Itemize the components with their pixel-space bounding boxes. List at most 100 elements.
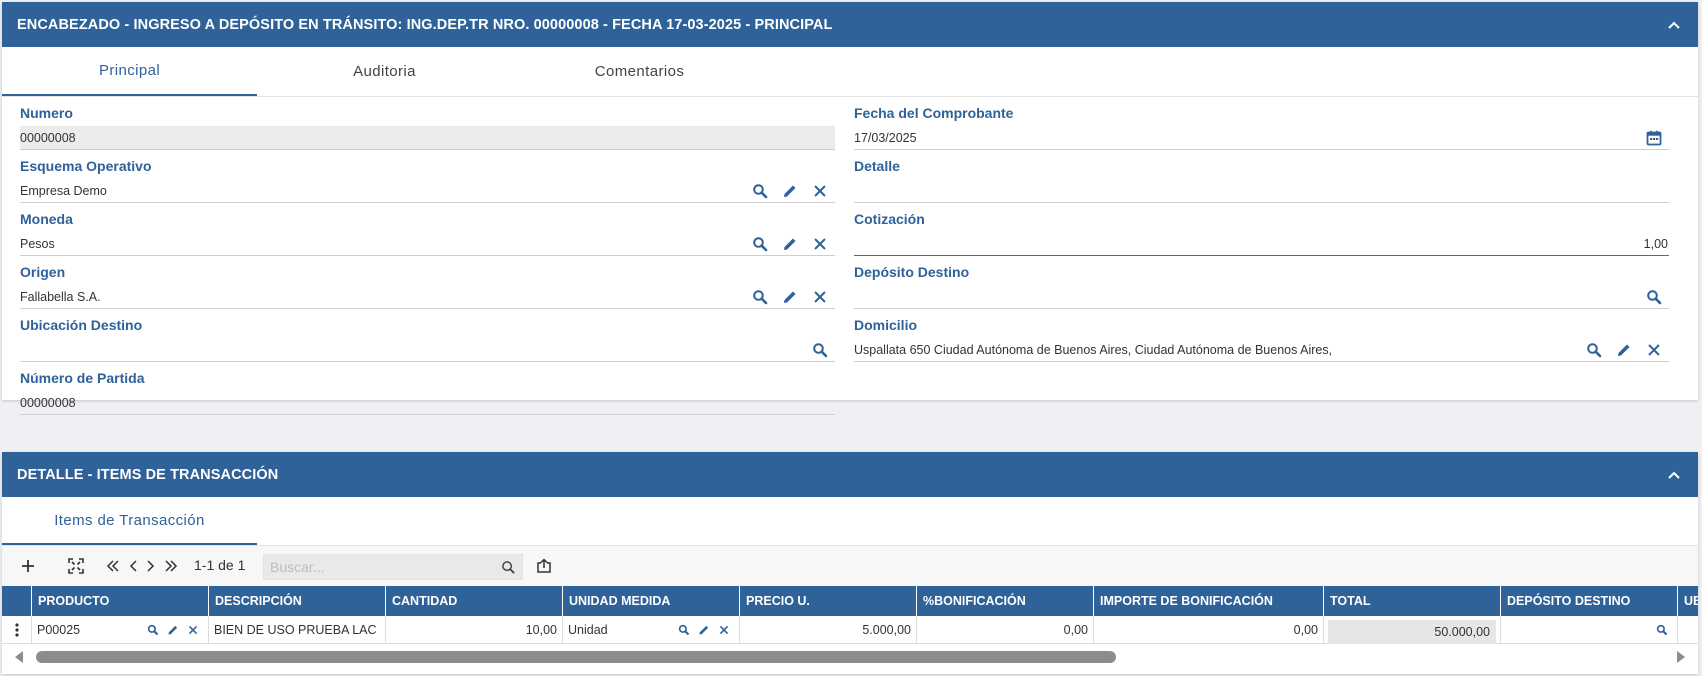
edit-icon[interactable] [163, 620, 183, 640]
detalle-label: Detalle [854, 158, 900, 174]
next-page-icon[interactable] [146, 554, 156, 578]
grid-search-input[interactable] [264, 555, 494, 579]
header-tabs: Principal Auditoria Comentarios [2, 47, 1698, 97]
search-icon[interactable] [674, 620, 694, 640]
esquema-label: Esquema Operativo [20, 158, 152, 174]
table-row[interactable]: P00025 BIEN DE USO PRUEBA LAC 10,00 Unid… [2, 616, 1698, 644]
cotizacion-input[interactable]: 1,00 [854, 232, 1669, 256]
numero-field: Numero 00000008 [20, 97, 835, 150]
scroll-left-icon[interactable] [12, 650, 26, 664]
grid-search [263, 554, 523, 580]
search-icon[interactable] [1652, 620, 1672, 640]
cell-importe-bonificacion-text: 0,00 [1293, 623, 1318, 637]
detail-panel-bar[interactable]: DETALLE - ITEMS DE TRANSACCIÓN [2, 452, 1698, 497]
cell-descripcion[interactable]: BIEN DE USO PRUEBA LAC [209, 616, 386, 644]
header-form: Numero 00000008 Esquema Operativo Empres… [2, 97, 1698, 437]
cotizacion-field: Cotización 1,00 [854, 203, 1669, 256]
fecha-input[interactable]: 17/03/2025 [854, 126, 1669, 150]
search-icon[interactable] [745, 233, 775, 255]
ubicacion-destino-label: Ubicación Destino [20, 317, 143, 333]
tab-auditoria[interactable]: Auditoria [257, 47, 512, 96]
cell-producto[interactable]: P00025 [32, 616, 209, 644]
expand-icon[interactable] [66, 554, 86, 578]
search-icon[interactable] [143, 620, 163, 640]
search-icon[interactable] [1639, 286, 1669, 308]
last-page-icon[interactable] [164, 554, 178, 578]
detalle-field: Detalle [854, 150, 1669, 203]
cell-bonificacion[interactable]: 0,00 [917, 616, 1094, 644]
col-header-total[interactable]: TOTAL [1324, 586, 1501, 616]
total-readonly-box: 50.000,00 [1328, 620, 1496, 644]
edit-icon[interactable] [1609, 339, 1639, 361]
tab-comentarios[interactable]: Comentarios [512, 47, 767, 96]
col-header-unidad-medida[interactable]: UNIDAD MEDIDA [563, 586, 740, 616]
grid-header-row: PRODUCTO DESCRIPCIÓN CANTIDAD UNIDAD MED… [2, 586, 1698, 616]
cell-total: 50.000,00 [1324, 616, 1501, 644]
ubicacion-destino-input[interactable] [20, 338, 835, 362]
search-icon[interactable] [494, 556, 522, 578]
detalle-input[interactable] [854, 179, 1669, 203]
domicilio-input[interactable]: Uspallata 650 Ciudad Autónoma de Buenos … [854, 338, 1669, 362]
numero-partida-text: 00000008 [20, 395, 76, 410]
moneda-input[interactable]: Pesos [20, 232, 835, 256]
col-header-cantidad[interactable]: CANTIDAD [386, 586, 563, 616]
domicilio-field: Domicilio Uspallata 650 Ciudad Autónoma … [854, 309, 1669, 362]
deposito-destino-label: Depósito Destino [854, 264, 970, 280]
numero-partida-input[interactable]: 00000008 [20, 391, 835, 415]
col-header-ubicacion[interactable]: UB [1678, 586, 1698, 616]
esquema-text: Empresa Demo [20, 183, 107, 198]
edit-icon[interactable] [775, 180, 805, 202]
calendar-icon[interactable] [1639, 127, 1669, 149]
col-header-producto[interactable]: PRODUCTO [32, 586, 209, 616]
cell-deposito-destino[interactable] [1501, 616, 1678, 644]
cell-descripcion-text: BIEN DE USO PRUEBA LAC [214, 623, 377, 637]
grid-toolbar: 1-1 de 1 [2, 546, 1698, 586]
prev-page-icon[interactable] [128, 554, 138, 578]
fecha-field: Fecha del Comprobante 17/03/2025 [854, 97, 1669, 150]
close-icon[interactable] [805, 233, 835, 255]
search-icon[interactable] [745, 286, 775, 308]
col-header-bonificacion[interactable]: %BONIFICACIÓN [917, 586, 1094, 616]
first-page-icon[interactable] [106, 554, 120, 578]
tab-items-transaccion[interactable]: Items de Transacción [2, 497, 257, 545]
more-vert-icon[interactable] [2, 616, 32, 644]
close-icon[interactable] [805, 180, 835, 202]
cell-ubicacion[interactable] [1678, 616, 1698, 644]
close-icon[interactable] [1639, 339, 1669, 361]
col-header-importe-bonificacion[interactable]: IMPORTE DE BONIFICACIÓN [1094, 586, 1324, 616]
scrollbar-thumb[interactable] [36, 651, 1116, 663]
col-header-precio[interactable]: PRECIO U. [740, 586, 917, 616]
close-icon[interactable] [805, 286, 835, 308]
tab-principal[interactable]: Principal [2, 47, 257, 96]
col-header-descripcion[interactable]: DESCRIPCIÓN [209, 586, 386, 616]
esquema-input[interactable]: Empresa Demo [20, 179, 835, 203]
cell-unidad-medida[interactable]: Unidad [563, 616, 740, 644]
edit-icon[interactable] [694, 620, 714, 640]
origen-input[interactable]: Fallabella S.A. [20, 285, 835, 309]
close-icon[interactable] [714, 620, 734, 640]
cell-importe-bonificacion[interactable]: 0,00 [1094, 616, 1324, 644]
grid-header-actions [2, 586, 32, 616]
origen-text: Fallabella S.A. [20, 289, 101, 304]
domicilio-text: Uspallata 650 Ciudad Autónoma de Buenos … [854, 342, 1333, 357]
col-header-deposito-destino[interactable]: DEPÓSITO DESTINO [1501, 586, 1678, 616]
header-panel-bar[interactable]: ENCABEZADO - INGRESO A DEPÓSITO EN TRÁNS… [2, 2, 1698, 47]
cell-precio[interactable]: 5.000,00 [740, 616, 917, 644]
cell-total-text: 50.000,00 [1434, 625, 1490, 639]
chevron-up-icon[interactable] [1665, 466, 1683, 484]
deposito-destino-input[interactable] [854, 285, 1669, 309]
edit-icon[interactable] [775, 233, 805, 255]
close-icon[interactable] [183, 620, 203, 640]
add-icon[interactable] [18, 554, 38, 578]
search-icon[interactable] [805, 339, 835, 361]
scroll-right-icon[interactable] [1674, 650, 1688, 664]
edit-icon[interactable] [775, 286, 805, 308]
cell-cantidad[interactable]: 10,00 [386, 616, 563, 644]
chevron-up-icon[interactable] [1665, 16, 1683, 34]
export-icon[interactable] [534, 554, 554, 578]
horizontal-scrollbar[interactable] [2, 644, 1698, 669]
search-icon[interactable] [745, 180, 775, 202]
domicilio-label: Domicilio [854, 317, 918, 333]
cell-cantidad-text: 10,00 [525, 623, 557, 637]
search-icon[interactable] [1579, 339, 1609, 361]
